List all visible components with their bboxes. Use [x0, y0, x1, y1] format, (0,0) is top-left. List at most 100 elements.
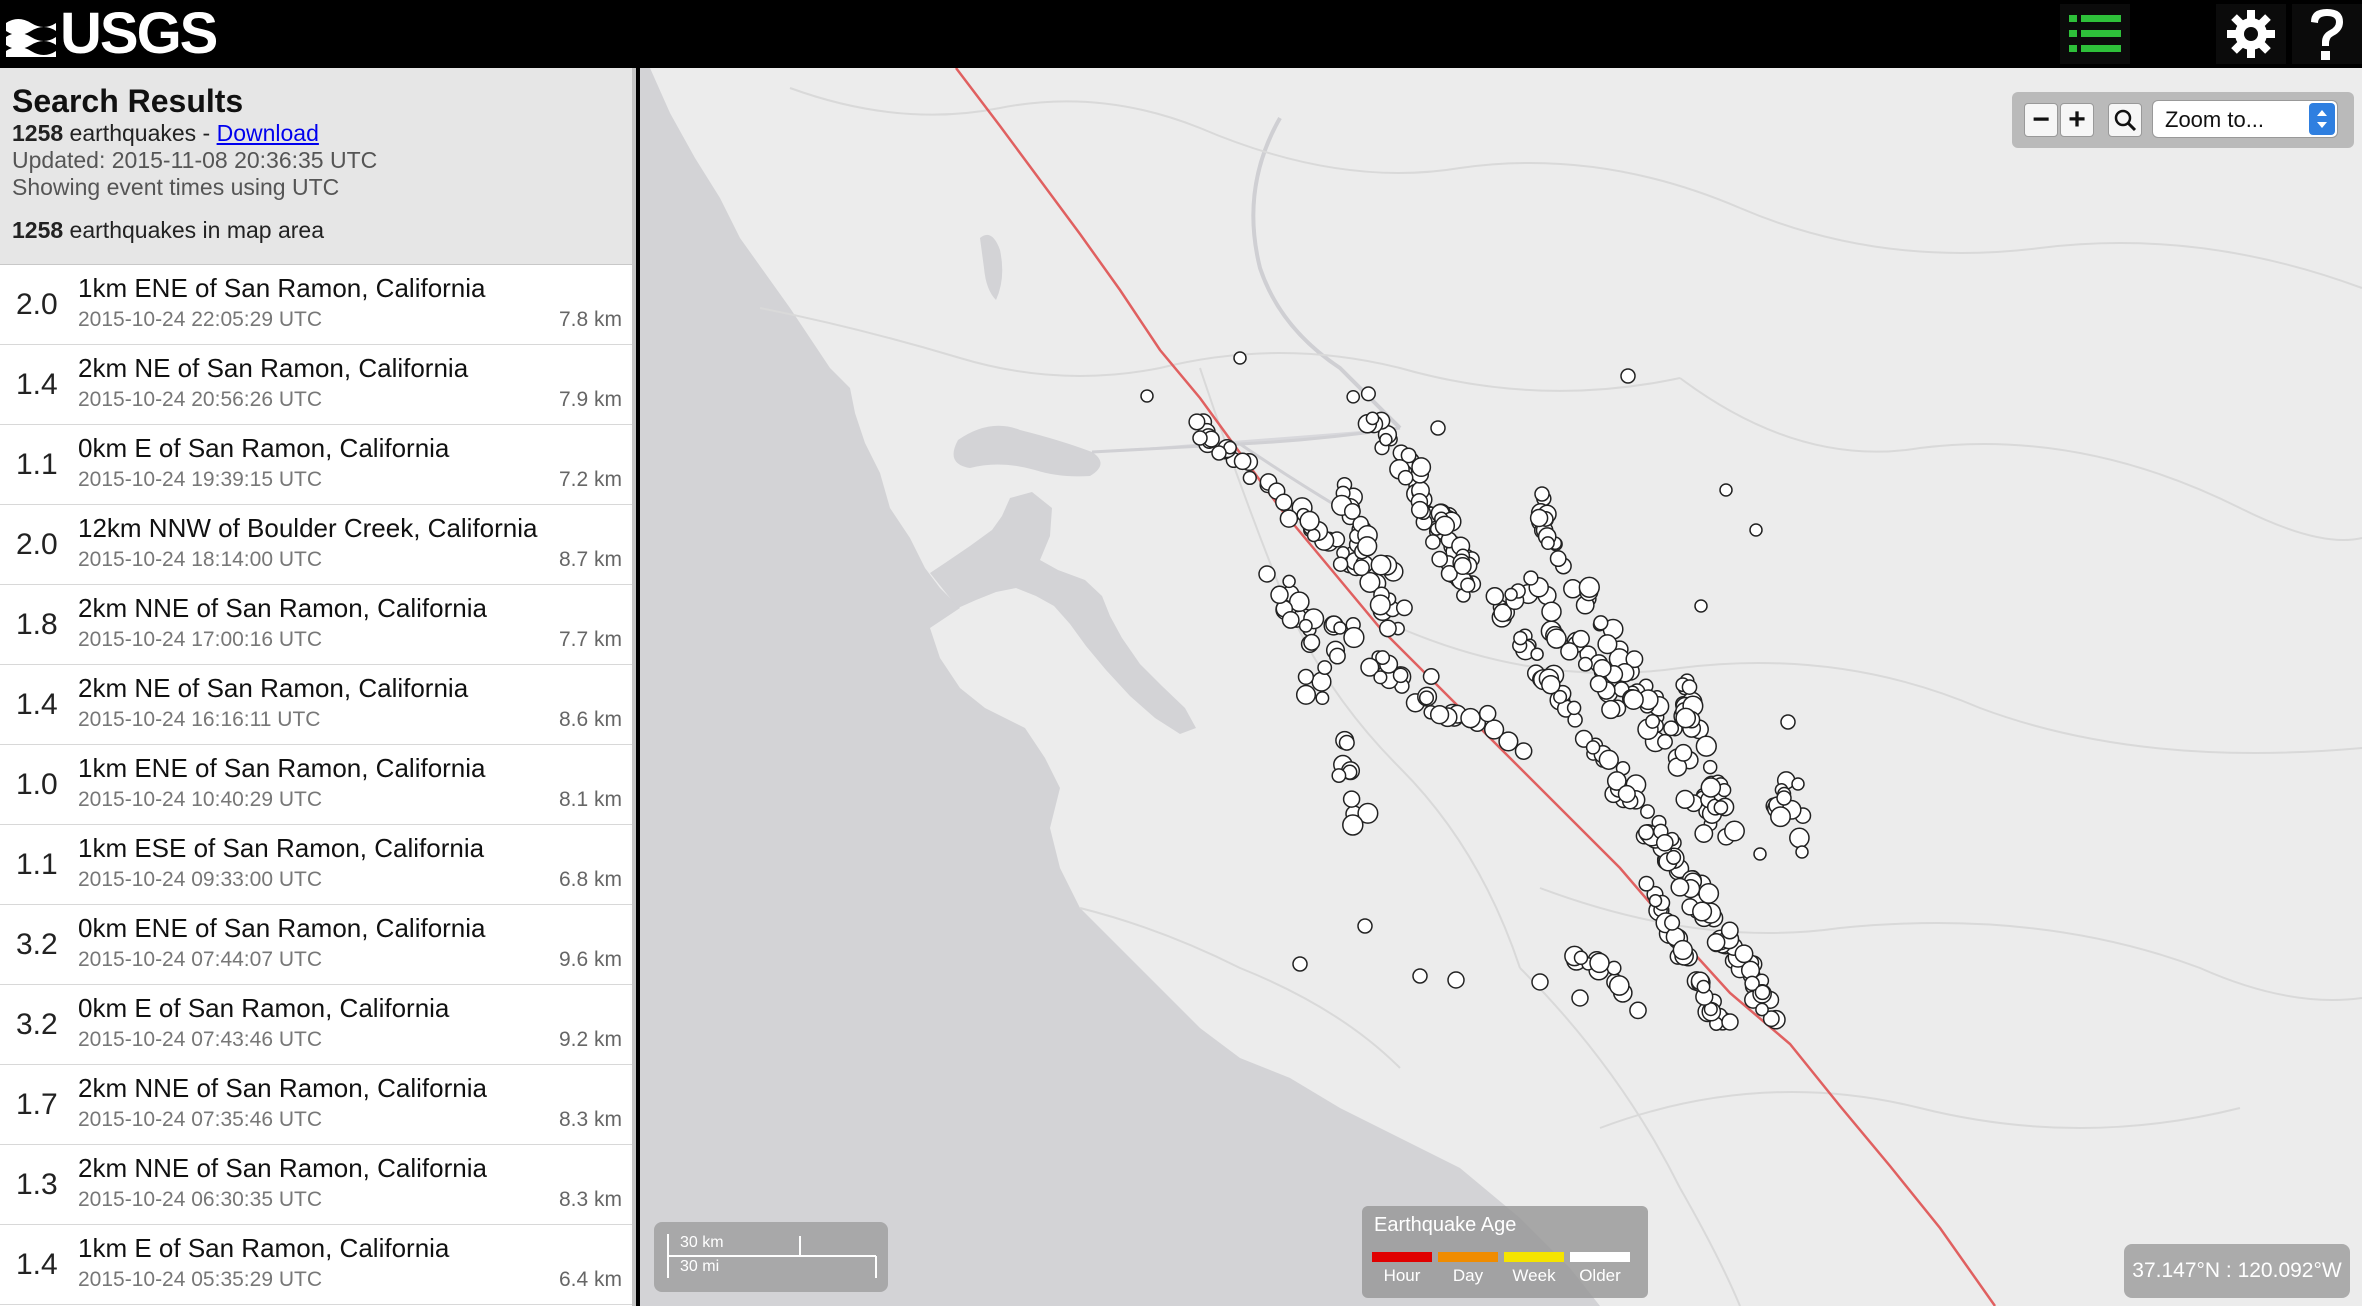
earthquake-marker[interactable]: [1578, 576, 1600, 598]
earthquake-marker[interactable]: [1791, 777, 1805, 791]
earthquake-marker[interactable]: [1696, 979, 1711, 994]
earthquake-marker[interactable]: [1192, 430, 1208, 446]
earthquake-marker[interactable]: [1279, 509, 1299, 528]
earthquake-marker[interactable]: [1749, 523, 1763, 537]
help-button[interactable]: [2292, 4, 2362, 64]
earthquake-marker[interactable]: [1700, 777, 1722, 798]
earthquake-marker[interactable]: [1620, 368, 1636, 384]
earthquake-list-item[interactable]: 1.4 2km NE of San Ramon, California 2015-1…: [0, 345, 632, 425]
earthquake-marker[interactable]: [1593, 615, 1609, 631]
earthquake-marker[interactable]: [1531, 973, 1549, 991]
earthquake-marker[interactable]: [1721, 1013, 1739, 1031]
earthquake-marker[interactable]: [1540, 536, 1555, 551]
earthquake-marker[interactable]: [1529, 508, 1549, 528]
earthquake-marker[interactable]: [1655, 833, 1674, 852]
earthquake-marker[interactable]: [1317, 660, 1333, 676]
earthquake-list-item[interactable]: 1.3 2km NNE of San Ramon, California 2015-…: [0, 1145, 632, 1225]
earthquake-marker[interactable]: [1431, 550, 1449, 568]
earthquake-marker[interactable]: [1513, 630, 1528, 646]
earthquake-marker[interactable]: [1692, 901, 1713, 922]
earthquake-marker[interactable]: [1589, 952, 1610, 974]
earthquake-marker[interactable]: [1776, 790, 1792, 806]
earthquake-marker[interactable]: [1485, 586, 1505, 606]
earthquake-marker[interactable]: [1577, 656, 1593, 672]
earthquake-marker[interactable]: [1573, 950, 1589, 966]
earthquake-marker[interactable]: [1140, 389, 1154, 403]
earthquake-marker[interactable]: [1601, 699, 1621, 720]
download-link[interactable]: Download: [217, 120, 319, 146]
earthquake-marker[interactable]: [1589, 674, 1608, 693]
earthquake-marker[interactable]: [1629, 1001, 1647, 1020]
earthquake-marker[interactable]: [1233, 452, 1252, 471]
earthquake-marker[interactable]: [1795, 845, 1809, 859]
earthquake-marker[interactable]: [1342, 790, 1361, 808]
earthquake-list-item[interactable]: 3.2 0km E of San Ramon, California 2015-10…: [0, 985, 632, 1065]
earthquake-marker[interactable]: [1675, 707, 1697, 729]
earthquake-marker[interactable]: [1645, 713, 1661, 729]
earthquake-marker[interactable]: [1585, 740, 1601, 755]
earthquake-marker[interactable]: [1365, 411, 1380, 426]
map-view[interactable]: − + Zoom to... 30 km 30 mi Earthquake Ag…: [640, 68, 2362, 1306]
earthquake-marker[interactable]: [1770, 806, 1791, 828]
earthquake-marker[interactable]: [1478, 704, 1497, 723]
earthquake-marker[interactable]: [1608, 975, 1630, 996]
earthquake-marker[interactable]: [1333, 621, 1347, 635]
list-view-button[interactable]: [2060, 4, 2130, 64]
earthquake-marker[interactable]: [1648, 893, 1663, 908]
usgs-logo[interactable]: USGS: [6, 4, 218, 64]
earthquake-marker[interactable]: [1303, 633, 1321, 651]
earthquake-marker[interactable]: [1617, 784, 1636, 803]
earthquake-marker[interactable]: [1422, 668, 1440, 685]
earthquake-marker[interactable]: [1242, 470, 1257, 486]
earthquake-marker[interactable]: [1672, 939, 1693, 961]
earthquake-marker[interactable]: [1297, 668, 1315, 686]
earthquake-marker[interactable]: [1395, 599, 1413, 617]
earthquake-marker[interactable]: [1541, 674, 1561, 695]
earthquake-marker[interactable]: [1702, 759, 1718, 775]
earthquake-marker[interactable]: [1346, 389, 1361, 404]
earthquake-marker[interactable]: [1258, 565, 1276, 583]
earthquake-marker[interactable]: [1460, 577, 1476, 593]
earthquake-marker[interactable]: [1188, 413, 1206, 431]
earthquake-marker[interactable]: [1523, 570, 1539, 586]
earthquake-list-item[interactable]: 1.0 1km ENE of San Ramon, California 2015-…: [0, 745, 632, 825]
earthquake-marker[interactable]: [1353, 559, 1370, 577]
earthquake-marker[interactable]: [1789, 827, 1810, 849]
earthquake-marker[interactable]: [1311, 671, 1332, 692]
earthquake-marker[interactable]: [1623, 689, 1644, 710]
settings-button[interactable]: [2216, 4, 2286, 64]
earthquake-marker[interactable]: [1530, 647, 1544, 661]
earthquake-marker[interactable]: [1410, 500, 1429, 519]
earthquake-list-item[interactable]: 3.2 0km ENE of San Ramon, California 2015-…: [0, 905, 632, 985]
earthquake-marker[interactable]: [1657, 733, 1673, 750]
earthquake-marker[interactable]: [1357, 536, 1378, 557]
earthquake-marker[interactable]: [1734, 944, 1754, 964]
earthquake-marker[interactable]: [1670, 877, 1690, 897]
earthquake-marker[interactable]: [1460, 707, 1481, 729]
earthquake-marker[interactable]: [1483, 719, 1505, 740]
earthquake-marker[interactable]: [1332, 556, 1349, 572]
earthquake-marker[interactable]: [1534, 486, 1550, 502]
earthquake-marker[interactable]: [1429, 705, 1450, 725]
earthquake-marker[interactable]: [1719, 483, 1733, 497]
earthquake-marker[interactable]: [1315, 691, 1330, 706]
earthquake-marker[interactable]: [1638, 875, 1655, 892]
earthquake-marker[interactable]: [1640, 804, 1655, 820]
earthquake-marker[interactable]: [1675, 789, 1695, 810]
earthquake-marker[interactable]: [1412, 968, 1428, 984]
zoom-in-button[interactable]: +: [2060, 103, 2094, 137]
earthquake-marker[interactable]: [1706, 932, 1726, 952]
earthquake-marker[interactable]: [1211, 445, 1227, 461]
earthquake-marker[interactable]: [1434, 515, 1456, 536]
earthquake-marker[interactable]: [1343, 626, 1365, 649]
earthquake-marker[interactable]: [1447, 971, 1465, 989]
earthquake-marker[interactable]: [1549, 550, 1567, 568]
earthquake-marker[interactable]: [1331, 768, 1347, 784]
earthquake-marker[interactable]: [1560, 642, 1579, 661]
earthquake-list-item[interactable]: 1.4 1km E of San Ramon, California 2015-10…: [0, 1225, 632, 1305]
earthquake-marker[interactable]: [1328, 647, 1346, 665]
earthquake-marker[interactable]: [1375, 650, 1391, 666]
earthquake-marker[interactable]: [1299, 510, 1320, 532]
earthquake-marker[interactable]: [1698, 882, 1720, 904]
earthquake-marker[interactable]: [1754, 984, 1771, 1001]
